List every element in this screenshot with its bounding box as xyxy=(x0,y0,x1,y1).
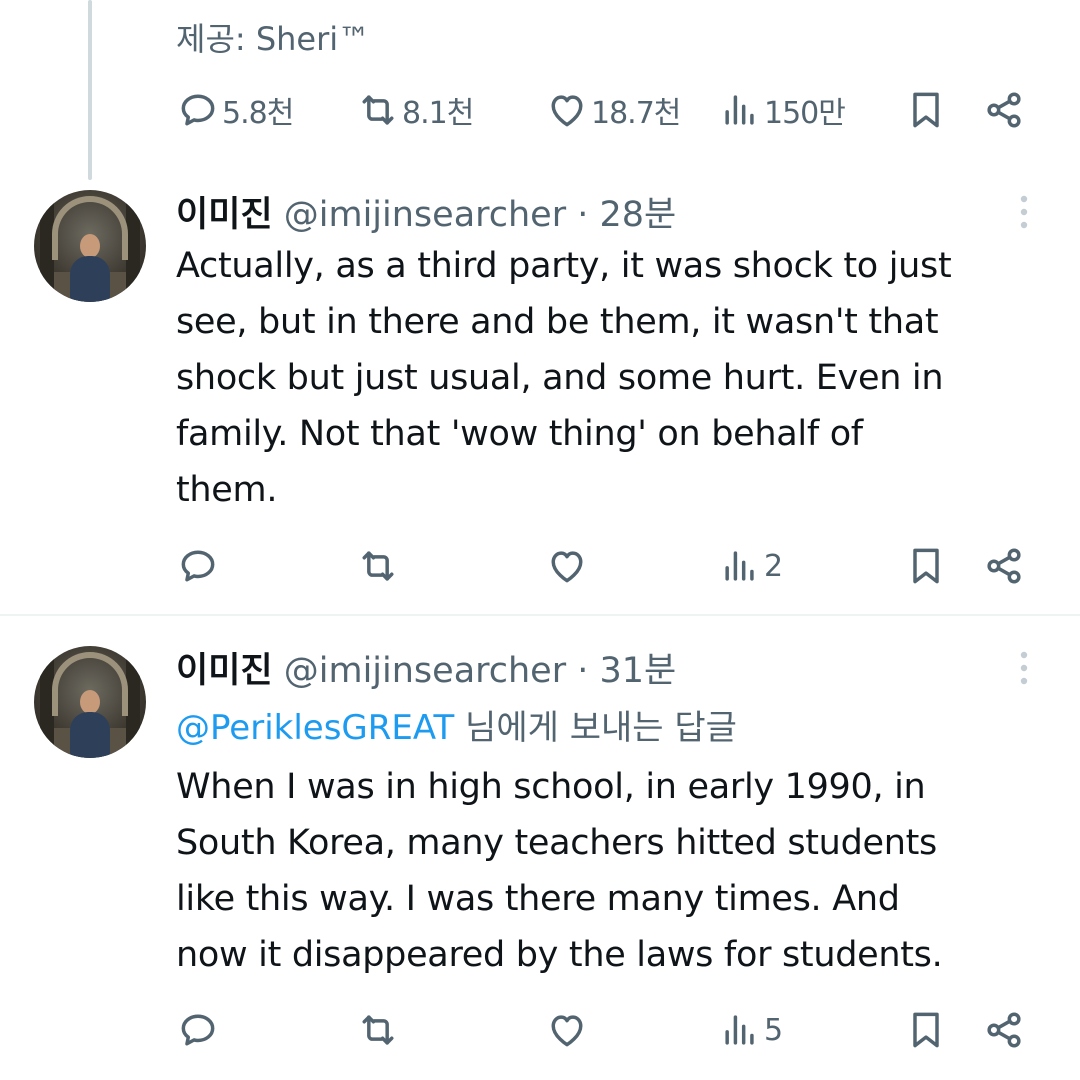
like-button[interactable] xyxy=(545,1000,589,1060)
reply-icon xyxy=(176,88,220,132)
repost-icon xyxy=(356,544,400,588)
more-options-button[interactable] xyxy=(1010,648,1038,688)
reply-button[interactable]: 5.8천 xyxy=(176,80,294,140)
share-button[interactable] xyxy=(982,536,1026,596)
avatar[interactable] xyxy=(34,646,146,758)
share-icon xyxy=(982,544,1026,588)
display-name[interactable]: 이미진 xyxy=(176,195,273,235)
tweet-header: 이미진 @imijinsearcher · 28분 xyxy=(176,186,676,237)
display-name[interactable]: 이미진 xyxy=(176,651,273,691)
repost-button[interactable] xyxy=(356,536,400,596)
tweet-text: When I was in high school, in early 1990… xyxy=(176,767,943,975)
bookmark-icon xyxy=(904,544,948,588)
reply-button[interactable] xyxy=(176,1000,220,1060)
user-handle[interactable]: @imijinsearcher xyxy=(284,651,566,691)
bookmark-button[interactable] xyxy=(904,80,948,140)
share-button[interactable] xyxy=(982,1000,1026,1060)
avatar[interactable] xyxy=(34,190,146,302)
bookmark-button[interactable] xyxy=(904,1000,948,1060)
views-button[interactable]: 2 xyxy=(718,536,783,596)
tweet-divider xyxy=(0,614,1080,616)
views-button[interactable]: 150만 xyxy=(718,80,846,140)
more-options-button[interactable] xyxy=(1010,192,1038,232)
user-handle[interactable]: @imijinsearcher xyxy=(284,195,566,235)
views-count: 2 xyxy=(764,548,783,584)
timestamp[interactable]: · 28분 xyxy=(577,195,676,235)
tweet-actions-bar: 5 xyxy=(0,1000,1080,1060)
more-icon xyxy=(1020,651,1028,685)
bookmark-icon xyxy=(904,88,948,132)
reply-to-user-link[interactable]: @PeriklesGREAT xyxy=(176,708,454,748)
bookmark-button[interactable] xyxy=(904,536,948,596)
views-button[interactable]: 5 xyxy=(718,1000,783,1060)
repost-icon xyxy=(356,88,400,132)
like-icon xyxy=(545,1008,589,1052)
tweet-actions-bar: 5.8천 8.1천 18.7천 150만 xyxy=(0,80,1080,140)
like-button[interactable] xyxy=(545,536,589,596)
reply-to-suffix: 님에게 보내는 답글 xyxy=(454,708,737,748)
bookmark-icon xyxy=(904,1008,948,1052)
reply-icon xyxy=(176,544,220,588)
tweet-text: Actually, as a third party, it was shock… xyxy=(176,246,952,510)
share-icon xyxy=(982,1008,1026,1052)
views-icon xyxy=(718,1008,762,1052)
views-count: 5 xyxy=(764,1012,783,1048)
tweet-actions-bar: 2 xyxy=(0,536,1080,596)
repost-count: 8.1천 xyxy=(402,96,474,131)
media-credit: 제공: Sheri™ xyxy=(176,20,371,58)
replying-to: @PeriklesGREAT 님에게 보내는 답글 xyxy=(176,700,737,749)
more-icon xyxy=(1020,195,1028,229)
share-button[interactable] xyxy=(982,80,1026,140)
tweet-header: 이미진 @imijinsearcher · 31분 xyxy=(176,642,676,693)
like-icon xyxy=(545,544,589,588)
reply-button[interactable] xyxy=(176,536,220,596)
repost-icon xyxy=(356,1008,400,1052)
like-icon xyxy=(545,88,589,132)
like-count: 18.7천 xyxy=(591,96,681,131)
reply-icon xyxy=(176,1008,220,1052)
views-icon xyxy=(718,88,762,132)
reply-count: 5.8천 xyxy=(222,96,294,131)
repost-button[interactable]: 8.1천 xyxy=(356,80,474,140)
repost-button[interactable] xyxy=(356,1000,400,1060)
views-count: 150만 xyxy=(764,96,846,131)
timestamp[interactable]: · 31분 xyxy=(577,651,676,691)
share-icon xyxy=(982,88,1026,132)
views-icon xyxy=(718,544,762,588)
like-button[interactable]: 18.7천 xyxy=(545,80,681,140)
